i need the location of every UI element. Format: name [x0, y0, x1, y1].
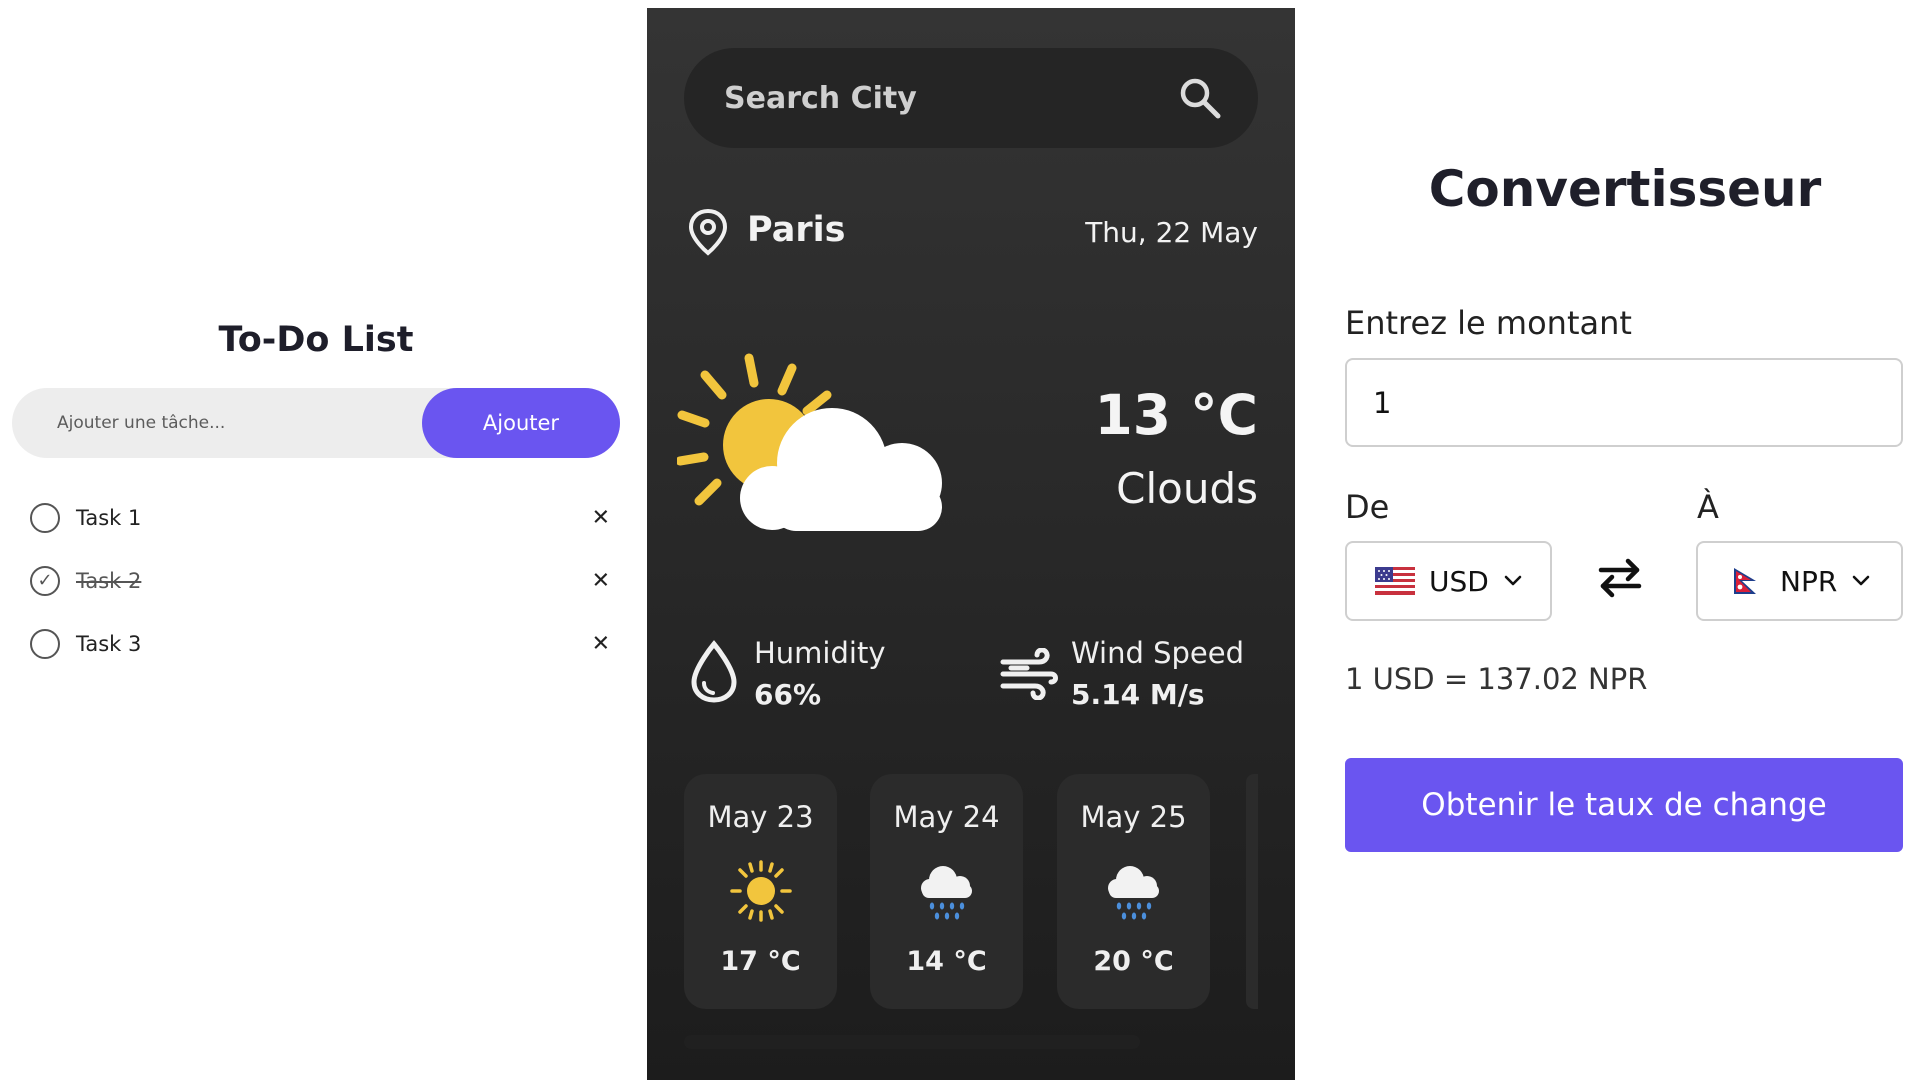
- forecast-date: May 25: [1080, 800, 1187, 834]
- forecast-card[interactable]: May 23 17 °C: [684, 774, 837, 1009]
- rain-cloud-icon: [921, 866, 972, 920]
- todo-input[interactable]: [12, 388, 432, 458]
- from-currency-select[interactable]: USD: [1345, 541, 1552, 621]
- amount-input[interactable]: [1345, 358, 1903, 447]
- city-search-input[interactable]: [724, 48, 1164, 148]
- wind-speed-label: Wind Speed: [1071, 636, 1245, 670]
- nepal-flag-icon: [1734, 568, 1756, 594]
- delete-icon[interactable]: ✕: [592, 568, 610, 593]
- weather-condition: Clouds: [1116, 464, 1258, 513]
- forecast-scrollbar[interactable]: [684, 1035, 1140, 1049]
- location-pin-icon: [688, 208, 728, 256]
- rain-cloud-icon: [1108, 866, 1159, 920]
- todo-item-label: Task 2: [76, 568, 142, 593]
- from-label: De: [1345, 488, 1390, 526]
- current-temperature: 13 °C: [1094, 383, 1258, 447]
- to-label: À: [1697, 488, 1719, 526]
- city-name: Paris: [747, 210, 846, 250]
- wind-speed-value: 5.14 M/s: [1071, 678, 1205, 711]
- forecast-temp: 17 °C: [720, 946, 801, 977]
- humidity-label: Humidity: [754, 636, 886, 670]
- humidity-value: 66%: [754, 678, 822, 711]
- checked-circle-icon[interactable]: ✓: [30, 565, 60, 596]
- chevron-down-icon: [1504, 575, 1522, 586]
- sun-icon: [730, 860, 792, 922]
- get-exchange-rate-button[interactable]: Obtenir le taux de change: [1345, 758, 1903, 852]
- todo-list: Task 1 ✕ ✓ Task 2 ✕ Task 3 ✕: [12, 486, 620, 675]
- forecast-temp: 20 °C: [1093, 946, 1174, 977]
- chevron-down-icon: [1852, 575, 1870, 586]
- todo-form: Ajouter: [12, 388, 620, 458]
- wind-icon: [1000, 648, 1058, 700]
- exchange-rate-text: 1 USD = 137.02 NPR: [1345, 662, 1648, 696]
- todo-title: To-Do List: [218, 320, 414, 360]
- unchecked-circle-icon[interactable]: [30, 502, 60, 533]
- converter-title: Convertisseur: [1428, 160, 1822, 218]
- swap-arrows-icon[interactable]: [1597, 558, 1643, 598]
- from-currency-code: USD: [1429, 564, 1489, 598]
- to-currency-code: NPR: [1780, 564, 1838, 598]
- current-date: Thu, 22 May: [1085, 216, 1258, 249]
- add-task-button[interactable]: Ajouter: [422, 388, 620, 458]
- todo-item-label: Task 1: [76, 505, 142, 530]
- forecast-card[interactable]: May 24 14 °C: [870, 774, 1023, 1009]
- delete-icon[interactable]: ✕: [592, 505, 610, 530]
- us-flag-icon: [1375, 567, 1415, 595]
- forecast-card[interactable]: May 25 20 °C: [1057, 774, 1210, 1009]
- amount-label: Entrez le montant: [1345, 304, 1632, 342]
- search-bar: [684, 48, 1258, 148]
- todo-item[interactable]: ✓ Task 2 ✕: [12, 549, 620, 612]
- partly-cloudy-icon: [677, 353, 942, 531]
- todo-item-label: Task 3: [76, 631, 142, 656]
- todo-item[interactable]: Task 3 ✕: [12, 612, 620, 675]
- forecast-temp: 14 °C: [906, 946, 987, 977]
- to-currency-select[interactable]: NPR: [1696, 541, 1903, 621]
- todo-app: To-Do List Ajouter Task 1 ✕ ✓ Task 2 ✕ T…: [12, 320, 620, 675]
- humidity-drop-icon: [691, 640, 737, 703]
- unchecked-circle-icon[interactable]: [30, 628, 60, 659]
- forecast-card-partial[interactable]: [1246, 774, 1258, 1009]
- forecast-strip[interactable]: May 23 17 °C May 24 14 °C May 25 20 °C: [684, 774, 1258, 1014]
- forecast-date: May 24: [893, 800, 1000, 834]
- delete-icon[interactable]: ✕: [592, 631, 610, 656]
- search-icon[interactable]: [1178, 76, 1222, 120]
- weather-app: Paris Thu, 22 May 13 °C Clouds Humidity …: [647, 8, 1295, 1080]
- forecast-date: May 23: [707, 800, 814, 834]
- todo-item[interactable]: Task 1 ✕: [12, 486, 620, 549]
